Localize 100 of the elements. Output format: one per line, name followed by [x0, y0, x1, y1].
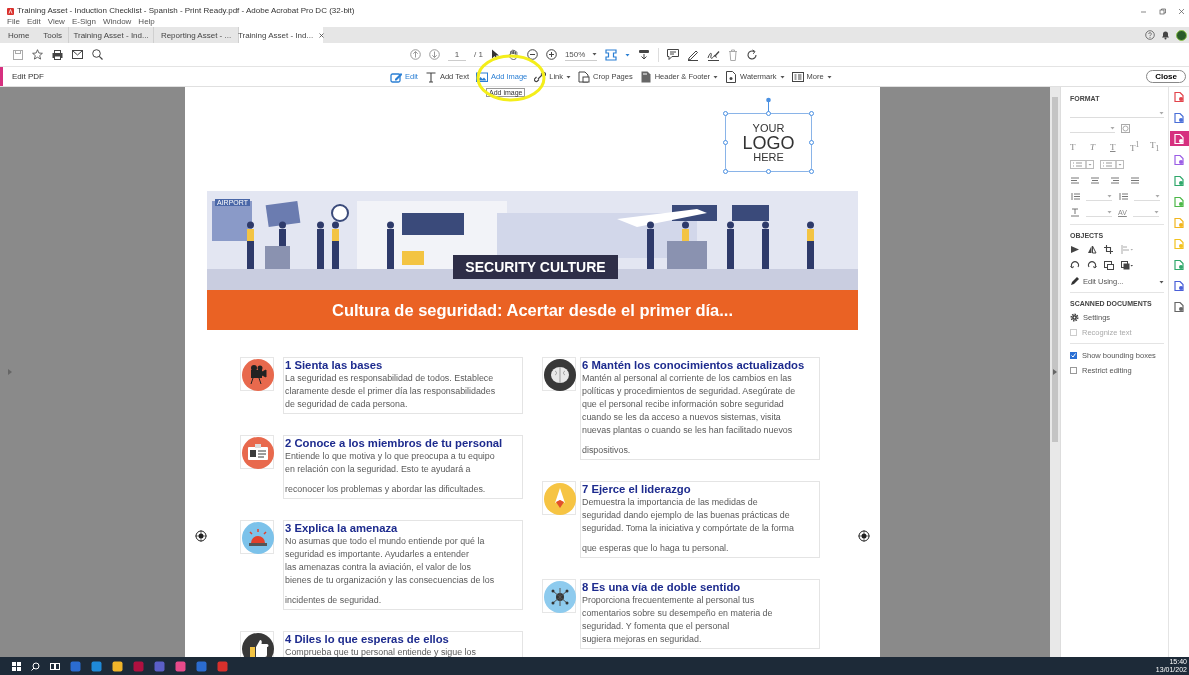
topic-title: 4 Diles lo que esperas de ellos [285, 632, 450, 646]
menu-item[interactable]: Help [138, 17, 155, 26]
restore-icon[interactable] [1159, 8, 1166, 15]
topic-title: 6 Mantén los conocimientos actualizados [582, 358, 806, 372]
caret-icon[interactable] [713, 74, 719, 79]
caret-icon[interactable] [624, 52, 630, 57]
align-left-icon[interactable] [1070, 176, 1080, 185]
page-number-field[interactable]: 1 [448, 48, 466, 61]
topic-text: dispositivos. [582, 444, 632, 457]
crop-icon[interactable] [1104, 245, 1114, 254]
search-icon[interactable] [31, 661, 40, 671]
gear-icon [1070, 313, 1079, 322]
search-icon[interactable] [92, 49, 103, 60]
bell-icon[interactable] [1161, 30, 1170, 40]
scroll-mode-icon[interactable] [637, 48, 650, 61]
cursor-icon[interactable] [490, 49, 500, 60]
rotate-right-icon[interactable] [1087, 261, 1097, 270]
caret-icon[interactable] [591, 52, 597, 56]
hand-icon[interactable] [507, 49, 519, 60]
logo-text: HERE [753, 151, 784, 163]
crosshair-icon[interactable] [195, 530, 207, 542]
zoom-dropdown[interactable]: 150% [564, 48, 597, 61]
logo-text: YOUR [752, 122, 785, 134]
text-style-button[interactable]: T [1090, 141, 1104, 152]
paragraph-spacing-icon[interactable] [1118, 192, 1128, 201]
page-up-icon[interactable] [410, 49, 421, 60]
app-icon[interactable] [91, 660, 102, 672]
topic-text: Entiende lo que motiva y lo que preocupa a tu equipo en relación con la seguridad. Esto te ayudará a [285, 450, 496, 476]
flip-horizontal-icon[interactable] [1087, 245, 1097, 254]
text-style-button[interactable]: T$_{1}$ [1150, 140, 1164, 153]
auto-size-icon[interactable] [1121, 124, 1130, 133]
nav-tab[interactable]: Home [0, 27, 36, 43]
save-icon[interactable] [13, 49, 23, 60]
rotate-icon[interactable] [745, 48, 758, 61]
star-icon[interactable] [32, 49, 43, 60]
topic-text: Comprueba que tu personal entiende y sigue los [285, 646, 477, 657]
avatar[interactable] [1176, 29, 1187, 41]
zoom-in-icon[interactable] [545, 49, 557, 60]
rotate-left-icon[interactable] [1070, 261, 1080, 270]
edit-icon [390, 70, 402, 83]
menu-item[interactable]: E-Sign [71, 17, 96, 26]
headline-banner: Cultura de seguridad: Acertar desde el primer día... [207, 290, 858, 330]
close-button[interactable]: Close [1146, 70, 1186, 83]
menu-item[interactable]: Edit [26, 17, 41, 26]
help-icon[interactable] [1145, 30, 1155, 40]
add-text-icon [424, 70, 437, 83]
arrange-icon[interactable] [1121, 261, 1133, 270]
menu-item[interactable]: Window [102, 17, 132, 26]
sign-icon[interactable] [706, 48, 720, 61]
pencil-icon [1070, 277, 1079, 286]
close-icon[interactable] [319, 32, 325, 38]
close-icon[interactable] [1178, 8, 1185, 15]
menu-item[interactable]: File [7, 17, 20, 26]
topic-text: reconocer los problemas y abordar las dificultades. [285, 483, 487, 496]
link-icon [534, 70, 547, 83]
caret-icon[interactable] [1159, 279, 1164, 284]
topic-title: 7 Ejerce el liderazgo [582, 482, 692, 496]
text-style-button[interactable]: T [1110, 141, 1124, 152]
task-view-icon[interactable] [50, 661, 60, 671]
caret-icon[interactable] [566, 74, 572, 79]
topic-title: 8 Es una vía de doble sentido [582, 580, 742, 594]
checkmark-icon [1071, 353, 1076, 358]
watermark-page-icon [725, 70, 738, 83]
window-title: Training Asset - Induction Checklist - Spanish - Print Ready.pdf - Adobe Acrobat Pro DC (32-bit) [17, 6, 356, 15]
trash-icon[interactable] [727, 48, 738, 61]
text-style-button[interactable]: T$^{1}$ [1130, 140, 1144, 153]
expand-arrow-icon[interactable] [1053, 369, 1057, 375]
replace-image-icon[interactable] [1104, 261, 1114, 270]
zoom-out-icon[interactable] [526, 49, 538, 60]
crosshair-icon[interactable] [858, 530, 870, 542]
topic-text: No asumas que todo el mundo entiende por qué la seguridad es importante. Ayudarles a entender las amenazas contra la aviación, el valor de los bienes de tu organización y las consecuencias de los [285, 535, 496, 587]
nav-tab[interactable]: Tools [35, 27, 69, 43]
menu-item[interactable]: View [47, 17, 65, 26]
document-tab[interactable]: Training Asset - Ind... [238, 27, 324, 43]
app-icon[interactable] [175, 660, 186, 672]
crop-page-icon [578, 70, 591, 83]
tool-pane-button[interactable] [1169, 131, 1189, 146]
topic-title: 1 Sienta las bases [285, 358, 384, 372]
document-tab[interactable]: Training Asset - Ind... [68, 27, 154, 43]
image-icon [476, 70, 488, 83]
align-right-icon[interactable] [1110, 176, 1120, 185]
mail-icon[interactable] [72, 50, 83, 59]
caret-icon[interactable] [826, 74, 832, 79]
align-center-icon[interactable] [1090, 176, 1100, 185]
page-down-icon[interactable] [429, 49, 440, 60]
topic-title: 2 Conoce a los miembros de tu personal [285, 436, 504, 450]
app-icon[interactable] [112, 660, 123, 672]
caret-icon[interactable] [779, 74, 785, 79]
pen-icon[interactable] [686, 48, 699, 61]
scrollbar[interactable] [1050, 87, 1060, 657]
line-spacing-icon[interactable] [1070, 192, 1080, 201]
fit-page-icon[interactable] [604, 48, 617, 61]
windows-start-icon[interactable] [12, 661, 21, 671]
selection-handles-drawing[interactable] [722, 97, 815, 175]
comment-icon[interactable] [666, 49, 679, 60]
justify-icon[interactable] [1130, 176, 1140, 185]
print-icon[interactable] [52, 49, 63, 60]
page-count: / 1 [474, 50, 483, 59]
text-style-button[interactable]: T [1070, 141, 1084, 152]
highlight-circle [476, 54, 546, 102]
